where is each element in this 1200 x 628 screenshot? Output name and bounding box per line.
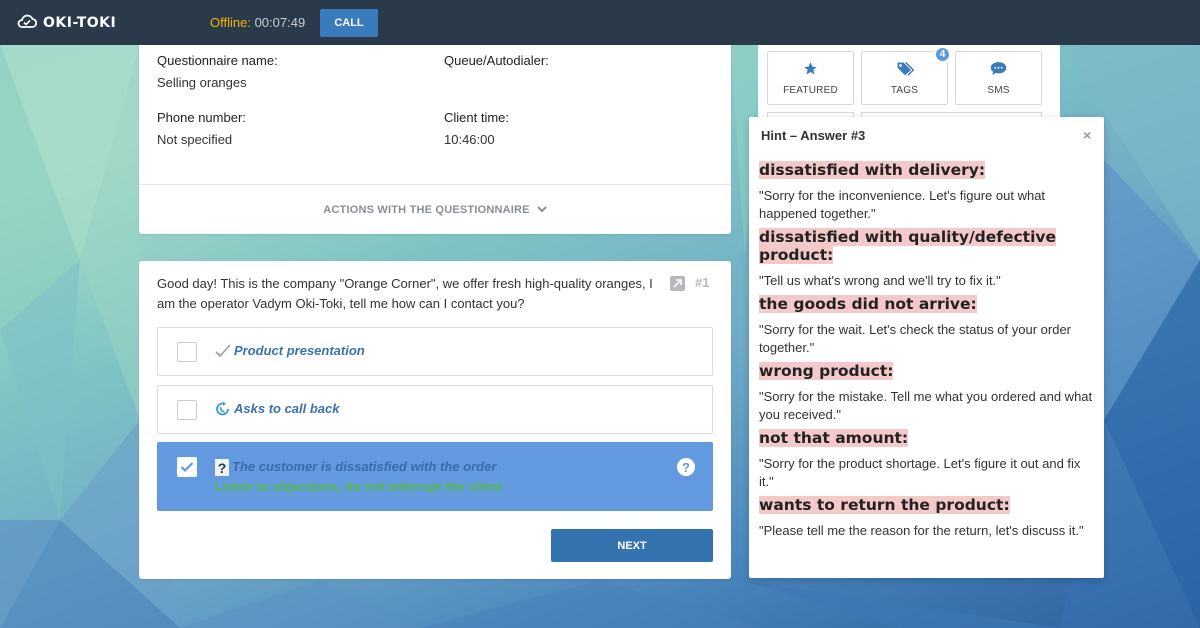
questionnaire-name-value: Selling oranges: [157, 75, 247, 90]
answer-checkbox[interactable]: [177, 342, 197, 362]
answer-checkbox[interactable]: [177, 400, 197, 420]
expand-icon[interactable]: [670, 276, 685, 291]
hint-popup: Hint – Answer #3 × dissatisfied with del…: [749, 117, 1104, 578]
hint-text: "Please tell me the reason for the retur…: [759, 523, 1084, 538]
hint-heading: wants to return the product:: [759, 496, 1010, 514]
next-button[interactable]: NEXT: [551, 529, 713, 562]
sms-tile[interactable]: SMS: [955, 51, 1042, 105]
chevron-down-icon: [537, 206, 547, 213]
answer-label: Asks to call back: [234, 401, 340, 416]
hint-item: dissatisfied with quality/defective prod…: [759, 228, 1097, 290]
actions-dropdown[interactable]: ACTIONS WITH THE QUESTIONNAIRE: [139, 185, 731, 234]
hint-item: dissatisfied with delivery: "Sorry for t…: [759, 161, 1097, 223]
hint-heading: the goods did not arrive:: [759, 295, 977, 313]
hint-item: not that amount: "Sorry for the product …: [759, 429, 1097, 491]
hint-body: dissatisfied with delivery: "Sorry for t…: [759, 161, 1097, 545]
tags-tile[interactable]: TAGS 4: [861, 46, 951, 105]
question-number: #1: [695, 275, 710, 290]
answer-checkbox-checked[interactable]: [177, 457, 197, 477]
tags-count-badge: 4: [934, 46, 951, 63]
hint-heading: dissatisfied with delivery:: [759, 161, 986, 179]
actions-label: ACTIONS WITH THE QUESTIONNAIRE: [323, 203, 530, 216]
hint-text: "Tell us what's wrong and we'll try to f…: [759, 273, 1001, 288]
tile-label: FEATURED: [783, 84, 838, 96]
question-text: Good day! This is the company "Orange Co…: [157, 276, 653, 311]
top-bar: OKI-TOKI Offline: 00:07:49 CALL: [0, 0, 1200, 45]
answer-label: The customer is dissatisfied with the or…: [232, 459, 497, 474]
star-icon: [803, 61, 818, 79]
questionnaire-name-field: Questionnaire name: Selling oranges: [157, 53, 278, 91]
phone-number-value: Not specified: [157, 132, 233, 147]
callback-phone-icon: [215, 401, 231, 417]
logo[interactable]: OKI-TOKI: [17, 13, 116, 32]
chat-icon: [990, 61, 1007, 79]
hint-text: "Sorry for the mistake. Tell me what you…: [759, 389, 1093, 422]
call-button[interactable]: CALL: [320, 9, 378, 37]
status-indicator: Offline: 00:07:49: [210, 15, 305, 30]
hint-item: wants to return the product: "Please tel…: [759, 496, 1097, 540]
answer-instruction: Listen to objections, do not interrupt t…: [215, 479, 503, 494]
hint-item: the goods did not arrive: "Sorry for the…: [759, 295, 1097, 357]
client-time-label: Client time:: [444, 110, 510, 125]
status-label: Offline:: [210, 15, 251, 30]
tile-label: SMS: [987, 84, 1010, 96]
queue-field: Queue/Autodialer:: [444, 53, 549, 75]
client-time-value: 10:46:00: [444, 132, 495, 147]
featured-tile[interactable]: FEATURED: [767, 51, 854, 105]
hint-heading: dissatisfied with quality/defective prod…: [759, 228, 1057, 264]
cloud-logo-icon: [17, 13, 38, 32]
status-timer: 00:07:49: [254, 15, 306, 30]
queue-label: Queue/Autodialer:: [444, 53, 549, 68]
help-icon[interactable]: ?: [677, 458, 695, 476]
checkmark-icon: [215, 343, 231, 359]
answer-option[interactable]: Asks to call back: [157, 385, 713, 434]
questionnaire-info-card: Questionnaire name: Selling oranges Queu…: [139, 45, 731, 234]
answer-option-selected[interactable]: ? The customer is dissatisfied with the …: [157, 442, 713, 511]
question-mark-icon: ?: [215, 459, 229, 476]
questionnaire-name-label: Questionnaire name:: [157, 53, 278, 68]
hint-heading: wrong product:: [759, 362, 894, 380]
phone-number-label: Phone number:: [157, 110, 246, 125]
logo-text: OKI-TOKI: [43, 14, 117, 31]
hint-item: wrong product: "Sorry for the mistake. T…: [759, 362, 1097, 424]
tags-icon: [896, 61, 914, 79]
tile-label: TAGS: [890, 84, 919, 96]
hint-title: Hint – Answer #3: [761, 128, 866, 143]
hint-text: "Sorry for the inconvenience. Let's figu…: [759, 188, 1046, 221]
phone-number-field: Phone number: Not specified: [157, 110, 246, 148]
hint-text: "Sorry for the product shortage. Let's f…: [759, 456, 1081, 489]
answer-option[interactable]: Product presentation: [157, 327, 713, 376]
answer-label: Product presentation: [234, 343, 365, 358]
client-time-field: Client time: 10:46:00: [444, 110, 509, 148]
question-card: Good day! This is the company "Orange Co…: [139, 261, 731, 579]
hint-heading: not that amount:: [759, 429, 909, 447]
hint-text: "Sorry for the wait. Let's check the sta…: [759, 322, 1072, 355]
close-icon[interactable]: ×: [1083, 127, 1091, 143]
